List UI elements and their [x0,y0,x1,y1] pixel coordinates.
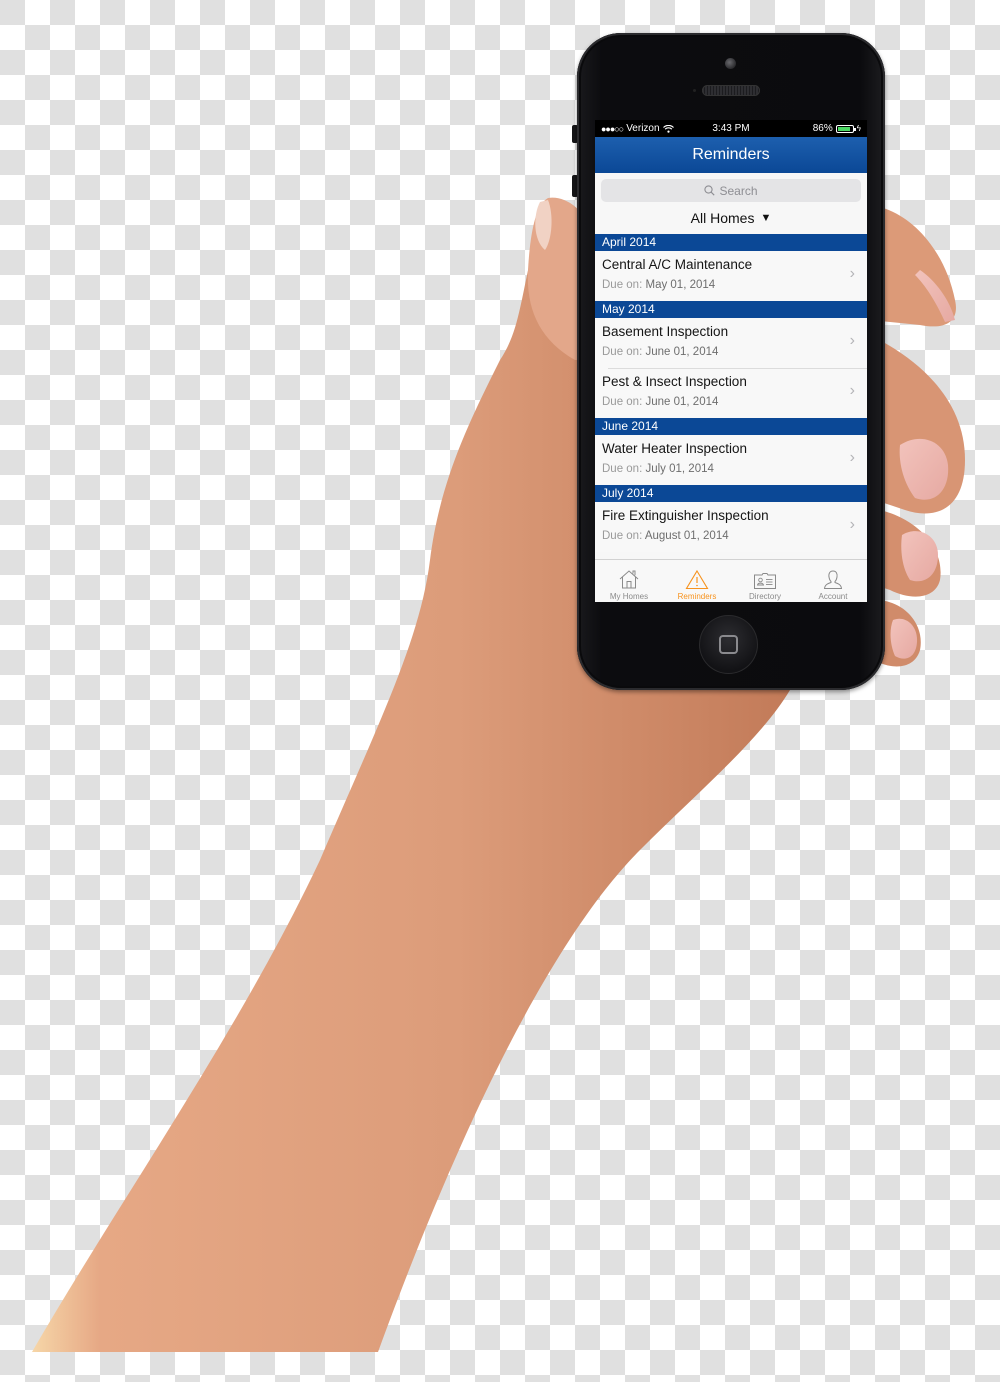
status-bar: ●●●○○ Verizon 3:43 PM 86% ϟ [595,120,867,137]
tab-label: Directory [748,592,781,601]
reminder-due: Due on: June 01, 2014 [602,346,718,358]
section-group: Water Heater Inspection Due on: July 01, … [595,435,867,485]
tab-directory[interactable]: Directory [731,560,799,602]
section-header: July 2014 [595,485,867,502]
reminder-row[interactable]: Basement Inspection Due on: June 01, 2014… [595,318,867,368]
warning-triangle-icon [685,569,709,590]
front-camera-icon [725,58,736,69]
tab-account[interactable]: Account [799,560,867,602]
tab-label: My Homes [609,592,649,601]
chevron-right-icon: › [849,516,855,533]
proximity-sensor [693,89,696,92]
person-icon [823,570,843,589]
reminder-title: Water Heater Inspection [602,441,748,456]
tab-label: Reminders [677,592,717,601]
reminder-row[interactable]: Water Heater Inspection Due on: July 01, … [595,435,867,485]
tab-my-homes[interactable]: My Homes [595,560,663,602]
section-header: June 2014 [595,418,867,435]
chevron-right-icon: › [849,265,855,282]
nav-bar-title: Reminders [595,137,867,173]
due-label: Due on: [602,463,643,475]
due-label: Due on: [602,279,643,291]
search-icon [704,185,716,196]
chevron-right-icon: › [849,449,855,466]
section-group: Basement Inspection Due on: June 01, 2014… [595,318,867,418]
reminder-due: Due on: May 01, 2014 [602,279,715,291]
due-label: Due on: [602,396,643,408]
due-date: August 01, 2014 [644,530,729,542]
tab-reminders[interactable]: Reminders [663,560,731,602]
reminder-due: Due on: August 01, 2014 [602,530,729,542]
due-date: May 01, 2014 [645,279,716,291]
chevron-right-icon: › [849,332,855,349]
tab-label: Account [818,592,848,601]
reminder-title: Pest & Insect Inspection [602,374,747,389]
section-header: April 2014 [595,234,867,251]
chevron-right-icon: › [849,382,855,399]
due-label: Due on: [602,530,643,542]
due-date: June 01, 2014 [645,396,719,408]
reminder-title: Fire Extinguisher Inspection [602,508,769,523]
reminder-row[interactable]: Central A/C Maintenance Due on: May 01, 2… [595,251,867,301]
section-group: Fire Extinguisher Inspection Due on: Augu… [595,502,867,552]
section-header: May 2014 [595,301,867,318]
search-placeholder: Search [719,183,758,198]
earpiece-speaker [702,85,760,96]
phone-screen: ●●●○○ Verizon 3:43 PM 86% ϟ Reminders Se… [595,120,867,602]
home-filter-label: All Homes [690,210,755,226]
reminder-row[interactable]: Pest & Insect Inspection Due on: June 01,… [595,368,867,418]
due-label: Due on: [602,346,643,358]
battery-level [837,126,850,131]
home-square-icon [719,635,738,654]
search-input[interactable]: Search [601,179,861,202]
home-button[interactable] [699,615,758,674]
section-group: Central A/C Maintenance Due on: May 01, 2… [595,251,867,301]
reminder-title: Basement Inspection [602,324,729,339]
due-date: July 01, 2014 [645,463,714,475]
reminder-title: Central A/C Maintenance [602,257,753,272]
triangle-down-icon: ▼ [760,212,772,224]
clock: 3:43 PM [712,123,750,134]
due-date: June 01, 2014 [645,346,719,358]
reminder-due: Due on: July 01, 2014 [602,463,714,475]
reminders-list: April 2014 Central A/C Maintenance Due on:… [595,234,867,552]
battery-icon [835,124,856,133]
reminder-row[interactable]: Fire Extinguisher Inspection Due on: Augu… [595,502,867,552]
reminder-due: Due on: June 01, 2014 [602,396,718,408]
search-area: Search [595,173,867,202]
tab-bar: My Homes Reminders Directory Account [595,559,867,602]
house-icon [619,570,639,589]
contact-card-icon [754,573,776,589]
home-filter-dropdown[interactable]: All Homes ▼ [595,202,867,234]
